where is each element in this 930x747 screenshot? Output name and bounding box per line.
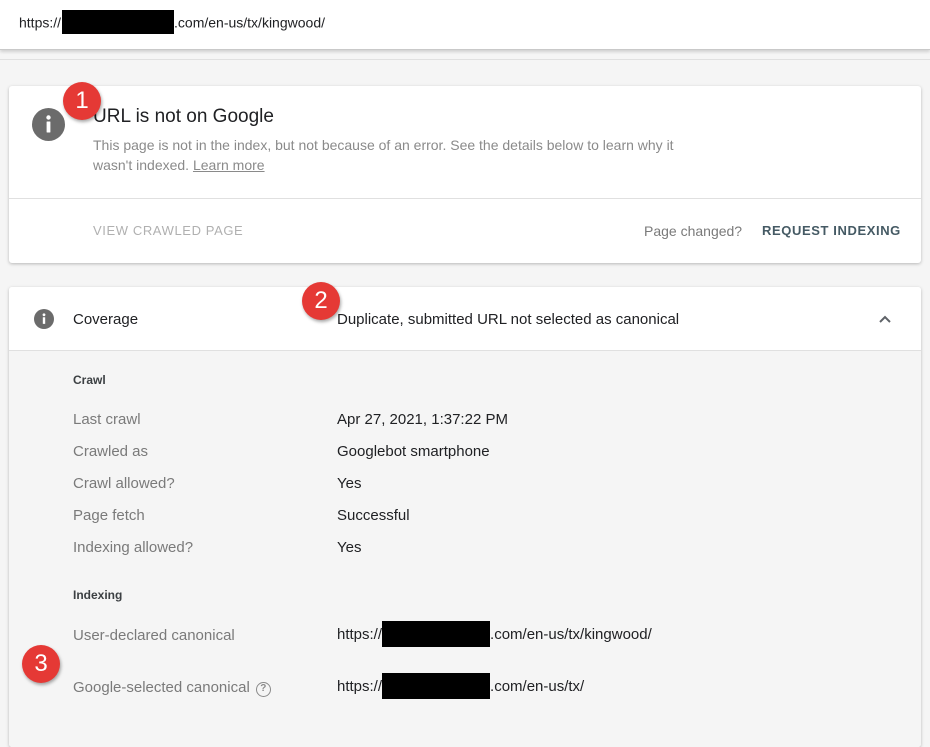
url-bar[interactable]: https:// .com/en-us/tx/kingwood/: [0, 0, 930, 50]
row-value-page-fetch: Successful: [337, 507, 410, 524]
status-card: URL is not on Google This page is not in…: [9, 86, 921, 263]
row-value-crawled-as: Googlebot smartphone: [337, 443, 490, 460]
google-canonical-label-text: Google-selected canonical: [73, 679, 250, 696]
url-prefix: https://: [19, 14, 62, 31]
row-value-indexing-allowed: Yes: [337, 539, 362, 556]
row-value-last-crawl: Apr 27, 2021, 1:37:22 PM: [337, 411, 508, 428]
divider: [0, 59, 930, 60]
row-label-user-canonical: User-declared canonical: [73, 627, 235, 644]
status-description: This page is not in the index, but not b…: [93, 135, 693, 175]
row-value-google-canonical: https:// .com/en-us/tx/: [337, 673, 585, 700]
row-label-indexing-allowed: Indexing allowed?: [73, 539, 194, 556]
crawl-section-title: Crawl: [73, 373, 106, 387]
url-suffix: .com/en-us/tx/kingwood/: [174, 14, 325, 31]
coverage-details: Crawl Last crawl Apr 27, 2021, 1:37:22 P…: [9, 351, 921, 747]
info-icon: [32, 108, 65, 141]
annotation-badge-2: 2: [302, 282, 340, 320]
info-icon: [34, 309, 54, 329]
canonical-suffix: .com/en-us/tx/: [490, 677, 585, 695]
indexing-section-title: Indexing: [73, 588, 123, 602]
learn-more-link[interactable]: Learn more: [193, 157, 265, 173]
annotation-badge-3: 3: [22, 645, 60, 683]
request-indexing-button[interactable]: REQUEST INDEXING: [762, 223, 901, 238]
row-label-google-canonical: Google-selected canonical?: [73, 679, 271, 697]
redaction-block: [62, 10, 175, 34]
annotation-badge-1: 1: [63, 82, 101, 120]
row-label-crawled-as: Crawled as: [73, 443, 149, 460]
row-value-crawl-allowed: Yes: [337, 475, 362, 492]
row-label-page-fetch: Page fetch: [73, 507, 145, 524]
canonical-suffix: .com/en-us/tx/kingwood/: [490, 625, 652, 643]
redaction-block: [382, 621, 491, 647]
url-text: https:// .com/en-us/tx/kingwood/: [19, 10, 325, 36]
view-crawled-page-button[interactable]: VIEW CRAWLED PAGE: [93, 223, 243, 238]
chevron-up-icon[interactable]: [875, 309, 895, 329]
row-label-last-crawl: Last crawl: [73, 411, 141, 428]
coverage-value: Duplicate, submitted URL not selected as…: [337, 311, 680, 328]
canonical-prefix: https://: [337, 625, 383, 643]
canonical-prefix: https://: [337, 677, 383, 695]
status-description-text: This page is not in the index, but not b…: [93, 137, 674, 173]
status-title: URL is not on Google: [93, 106, 274, 127]
help-circle-icon[interactable]: ?: [255, 682, 271, 697]
card-divider: [9, 198, 921, 199]
coverage-header[interactable]: Coverage Duplicate, submitted URL not se…: [9, 287, 921, 351]
coverage-label: Coverage: [73, 311, 139, 328]
row-label-crawl-allowed: Crawl allowed?: [73, 475, 175, 492]
coverage-card: Coverage Duplicate, submitted URL not se…: [9, 287, 921, 747]
page-changed-label: Page changed?: [644, 223, 743, 239]
redaction-block: [382, 673, 491, 699]
row-value-user-canonical: https:// .com/en-us/tx/kingwood/: [337, 621, 652, 648]
